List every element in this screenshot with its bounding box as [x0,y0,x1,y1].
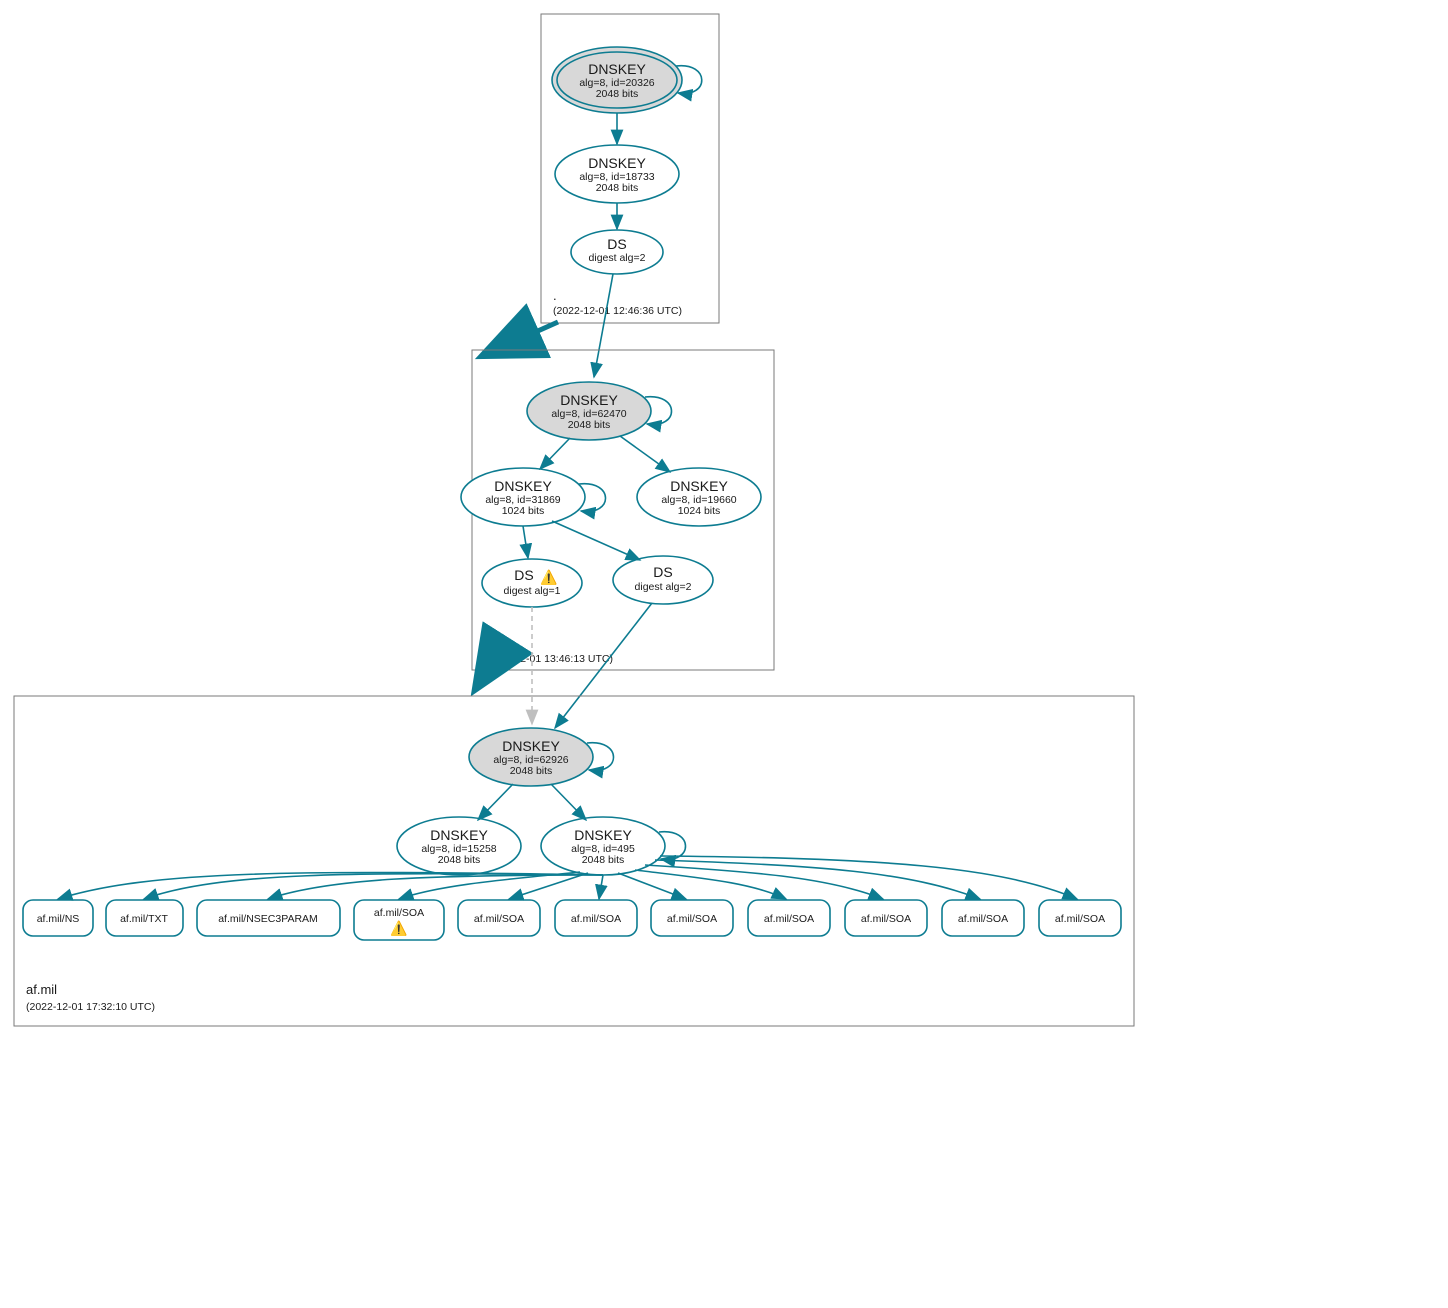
svg-text:DS: DS [607,236,626,252]
svg-text:DNSKEY: DNSKEY [670,478,728,494]
node-mil-zsk-a: DNSKEY alg=8, id=31869 1024 bits [461,468,585,526]
zone-timestamp-mil: (2022-12-01 13:46:13 UTC) [484,653,613,665]
node-mil-ds-a: DS ⚠️ digest alg=1 [482,559,582,607]
node-root-ds: DS digest alg=2 [571,230,663,274]
svg-text:af.mil/SOA: af.mil/SOA [764,913,814,925]
dnssec-chain-diagram: . (2022-12-01 12:46:36 UTC) DNSKEY alg=8… [0,0,1448,1308]
node-af-zsk-a: DNSKEY alg=8, id=15258 2048 bits [397,817,521,875]
record-row: af.mil/NS af.mil/TXT af.mil/NSEC3PARAM a… [23,900,1121,940]
svg-text:⚠️: ⚠️ [540,569,557,586]
svg-text:2048 bits: 2048 bits [438,854,481,866]
svg-text:af.mil/SOA: af.mil/SOA [861,913,911,925]
svg-text:2048 bits: 2048 bits [596,88,639,100]
svg-text:af.mil/SOA: af.mil/SOA [571,913,621,925]
svg-text:DS: DS [653,564,672,580]
zone-name-mil: mil [484,636,501,651]
svg-text:2048 bits: 2048 bits [582,854,625,866]
svg-text:af.mil/SOA: af.mil/SOA [667,913,717,925]
node-root-zsk: DNSKEY alg=8, id=18733 2048 bits [555,145,679,203]
svg-text:⚠️: ⚠️ [390,920,407,937]
zone-name-root: . [553,288,557,303]
svg-text:2048 bits: 2048 bits [568,419,611,431]
svg-text:DS: DS [514,567,533,583]
node-root-ksk: DNSKEY alg=8, id=20326 2048 bits [552,47,682,113]
svg-text:af.mil/NSEC3PARAM: af.mil/NSEC3PARAM [218,913,318,925]
svg-text:DNSKEY: DNSKEY [494,478,552,494]
svg-text:DNSKEY: DNSKEY [502,738,560,754]
zone-name-afmil: af.mil [26,982,57,997]
svg-text:DNSKEY: DNSKEY [430,827,488,843]
svg-text:af.mil/NS: af.mil/NS [37,913,80,925]
node-af-zsk-b: DNSKEY alg=8, id=495 2048 bits [541,817,665,875]
svg-text:2048 bits: 2048 bits [510,765,553,777]
svg-text:af.mil/SOA: af.mil/SOA [374,907,424,919]
node-af-ksk: DNSKEY alg=8, id=62926 2048 bits [469,728,593,786]
svg-text:2048 bits: 2048 bits [596,182,639,194]
node-mil-zsk-b: DNSKEY alg=8, id=19660 1024 bits [637,468,761,526]
svg-text:1024 bits: 1024 bits [678,505,721,517]
svg-text:digest alg=1: digest alg=1 [504,585,561,597]
svg-text:digest alg=2: digest alg=2 [589,252,646,264]
zone-timestamp-afmil: (2022-12-01 17:32:10 UTC) [26,1001,155,1013]
svg-text:DNSKEY: DNSKEY [560,392,618,408]
svg-text:DNSKEY: DNSKEY [574,827,632,843]
svg-text:1024 bits: 1024 bits [502,505,545,517]
svg-text:af.mil/TXT: af.mil/TXT [120,913,168,925]
svg-text:digest alg=2: digest alg=2 [635,581,692,593]
svg-text:af.mil/SOA: af.mil/SOA [474,913,524,925]
zone-timestamp-root: (2022-12-01 12:46:36 UTC) [553,305,682,317]
svg-text:DNSKEY: DNSKEY [588,61,646,77]
svg-text:af.mil/SOA: af.mil/SOA [958,913,1008,925]
node-mil-ds-b: DS digest alg=2 [613,556,713,604]
node-mil-ksk: DNSKEY alg=8, id=62470 2048 bits [527,382,651,440]
svg-text:af.mil/SOA: af.mil/SOA [1055,913,1105,925]
svg-text:DNSKEY: DNSKEY [588,155,646,171]
